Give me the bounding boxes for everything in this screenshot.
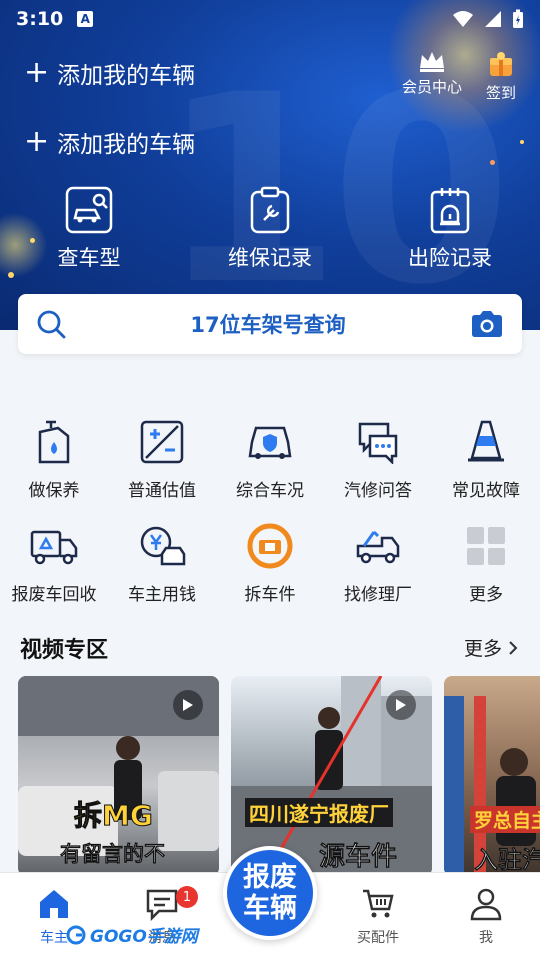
add-vehicle-label: 添加我的车辆 [57,63,196,89]
service-label: 找修理厂 [344,585,412,605]
yen-car-icon [140,526,186,566]
plus-minus-icon [140,420,184,464]
grid-icon [467,527,505,565]
service-owner-finance[interactable]: 车主用钱 [108,522,216,605]
message-badge: 1 [176,886,198,908]
plus-icon: + [24,124,50,159]
tab-label: 车主 [40,930,68,946]
tab-me[interactable]: 我 [446,887,526,947]
parts-brand-icon [247,523,293,569]
tow-truck-icon [356,530,400,564]
service-common-faults[interactable]: 常见故障 [432,418,540,501]
service-vehicle-condition[interactable]: 综合车况 [216,418,324,501]
video-caption: 四川遂宁报废厂 [245,798,393,827]
message-icon [146,889,178,921]
watermark-logo-icon [66,925,86,944]
video-caption: 有留言的不 [60,842,166,867]
video-card[interactable]: 罗总自主 入驻汽 [444,676,540,876]
alarm-clipboard-icon [430,188,470,234]
member-center-link[interactable]: 会员中心 [402,50,462,97]
check-model-button[interactable]: 查车型 [24,186,154,272]
chevron-right-icon [509,640,518,655]
car-search-icon [65,186,113,234]
vin-search-text: 17位车架号查询 [190,313,346,337]
check-model-label: 查车型 [57,246,121,270]
scrap-vehicle-button[interactable]: 报废 车辆 [223,846,317,940]
recycle-truck-icon [30,530,78,565]
service-valuation[interactable]: 普通估值 [108,418,216,501]
video-caption: 源车件 [319,842,398,873]
video-section-title: 视频专区 [20,638,109,663]
plus-icon: + [24,55,50,90]
center-label: 报废 [243,861,297,893]
cart-icon [363,889,394,918]
user-icon [470,888,502,921]
status-time: 3:10 [16,8,64,30]
tab-label: 买配件 [357,930,399,946]
tab-buy-parts[interactable]: 买配件 [338,887,418,947]
crown-icon [420,52,444,72]
watermark-text: GOGO手游网 [90,927,198,947]
service-label: 汽修问答 [344,481,412,501]
accident-record-button[interactable]: 出险记录 [385,186,515,272]
service-more[interactable]: 更多 [432,522,540,605]
wrench-clipboard-icon [250,186,290,234]
video-card[interactable]: 拆MG 有留言的不 [18,676,219,876]
signin-link[interactable]: 签到 [486,50,516,103]
service-label: 普通估值 [128,481,196,501]
spark-decoration [490,160,495,165]
search-icon [37,310,66,339]
signal-icon [485,11,501,27]
play-icon [386,690,416,720]
chat-bubbles-icon [358,422,398,464]
member-center-label: 会员中心 [402,78,463,96]
video-caption: 罗总自主 [470,806,540,833]
more-label: 更多 [463,638,502,660]
tab-label: 我 [479,930,493,946]
watermark: GOGO手游网 [66,922,198,947]
camera-icon[interactable] [470,310,504,338]
service-repair-qa[interactable]: 汽修问答 [324,418,432,501]
spark-decoration [520,140,524,144]
status-bar: 3:10 A [0,0,540,38]
maintenance-record-label: 维保记录 [228,246,312,270]
service-label: 车主用钱 [128,585,196,605]
spark-decoration [8,272,14,278]
home-icon [40,890,68,918]
service-label: 报废车回收 [11,585,97,605]
play-icon [173,690,203,720]
traffic-cone-icon [468,420,504,462]
accident-record-label: 出险记录 [408,246,492,270]
service-label: 做保养 [28,481,80,501]
service-maintenance[interactable]: 做保养 [0,418,108,501]
add-vehicle-button[interactable]: + 添加我的车辆 [24,56,195,90]
service-label: 常见故障 [452,481,520,501]
car-shield-icon [248,426,292,459]
service-label: 综合车况 [236,481,304,501]
service-label: 更多 [469,585,503,605]
vin-search-bar[interactable]: 17位车架号查询 [18,294,522,354]
add-vehicle-label: 添加我的车辆 [57,132,196,158]
gift-icon [490,52,512,76]
service-scrap-recycle[interactable]: 报废车回收 [0,522,108,605]
service-label: 拆车件 [244,585,296,605]
add-vehicle-button[interactable]: + 添加我的车辆 [24,125,195,159]
service-find-repair-shop[interactable]: 找修理厂 [324,522,432,605]
video-more-link[interactable]: 更多 [464,634,518,661]
wifi-icon [453,11,473,27]
video-caption: 拆MG [74,799,154,833]
battery-icon [513,9,523,28]
video-caption: 入驻汽 [474,846,540,875]
service-dismantled-parts[interactable]: 拆车件 [216,522,324,605]
maintenance-record-button[interactable]: 维保记录 [205,186,335,272]
center-label: 车辆 [243,893,297,924]
notification-icon: A [77,11,94,27]
signin-label: 签到 [486,84,517,102]
oil-can-icon [38,420,70,464]
